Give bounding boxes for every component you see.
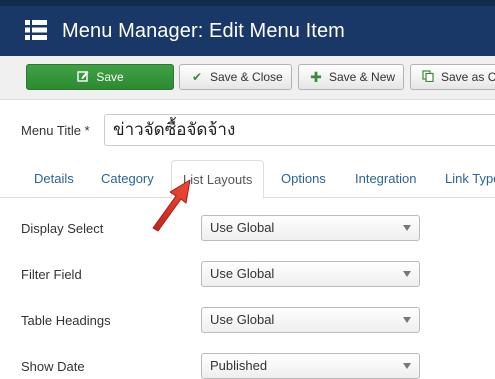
tab-link-type[interactable]: Link Type xyxy=(445,171,495,186)
save-new-button[interactable]: ✚ Save & New xyxy=(298,64,404,90)
caret-down-icon xyxy=(403,363,411,369)
save-close-button[interactable]: ✔ Save & Close xyxy=(179,64,292,90)
save-button[interactable]: Save xyxy=(26,64,174,90)
caret-down-icon xyxy=(403,317,411,323)
table-headings-value: Use Global xyxy=(210,312,275,327)
save-new-button-label: Save & New xyxy=(329,70,396,84)
edit-icon xyxy=(76,70,90,84)
caret-down-icon xyxy=(403,225,411,231)
show-date-value: Published xyxy=(210,358,268,373)
table-headings-dropdown[interactable]: Use Global xyxy=(201,307,420,333)
save-as-copy-button[interactable]: Save as C xyxy=(410,64,495,90)
save-as-copy-button-label: Save as C xyxy=(441,70,495,84)
tab-bar: Details Category List Layouts Options In… xyxy=(0,160,495,199)
filter-field-value: Use Global xyxy=(210,266,275,281)
check-icon: ✔ xyxy=(191,70,203,84)
save-button-label: Save xyxy=(96,70,124,84)
display-select-label: Display Select xyxy=(21,221,104,236)
tab-integration[interactable]: Integration xyxy=(355,171,416,186)
filter-field-label: Filter Field xyxy=(21,267,82,282)
plus-icon: ✚ xyxy=(310,69,322,85)
tab-details[interactable]: Details xyxy=(34,171,74,186)
toolbar: Save ✔ Save & Close ✚ Save & New Save as… xyxy=(0,56,495,100)
show-date-dropdown[interactable]: Published xyxy=(201,353,420,379)
save-close-button-label: Save & Close xyxy=(210,70,283,84)
display-select-dropdown[interactable]: Use Global xyxy=(201,215,420,241)
page-header: Menu Manager: Edit Menu Item xyxy=(0,6,495,56)
menu-list-icon xyxy=(25,20,47,40)
show-date-label: Show Date xyxy=(21,359,85,374)
menu-title-label: Menu Title * xyxy=(21,123,90,138)
caret-down-icon xyxy=(403,271,411,277)
tab-options[interactable]: Options xyxy=(281,171,326,186)
copy-icon xyxy=(421,70,435,84)
display-select-value: Use Global xyxy=(210,220,275,235)
table-headings-label: Table Headings xyxy=(21,313,111,328)
filter-field-dropdown[interactable]: Use Global xyxy=(201,261,420,287)
menu-title-input[interactable]: ข่าวจัดซื้อจัดจ้าง xyxy=(104,114,495,146)
annotation-arrow-icon xyxy=(152,179,191,232)
page-title: Menu Manager: Edit Menu Item xyxy=(62,20,345,42)
